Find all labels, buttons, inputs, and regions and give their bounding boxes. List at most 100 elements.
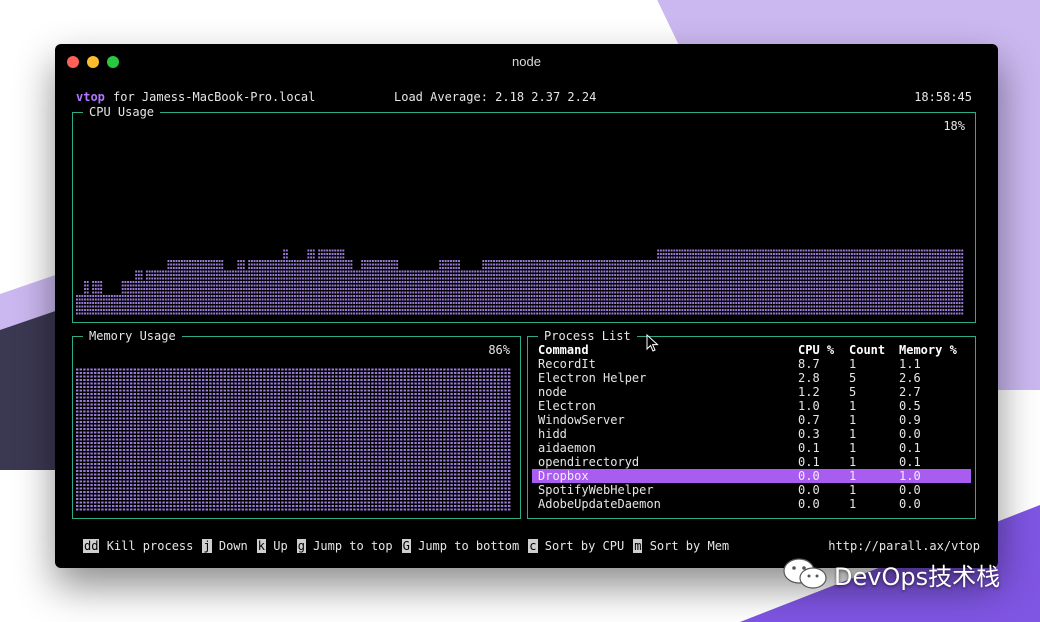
cpu-history-bar [396, 260, 399, 315]
hint-label: Sort by CPU [544, 539, 625, 553]
memory-usage-fill [76, 368, 511, 511]
memory-percent: 86% [488, 343, 510, 357]
cpu-history-bar [385, 260, 388, 315]
cpu-history-bar [358, 270, 361, 315]
cpu-history-bar [891, 249, 894, 315]
process-row[interactable]: hidd 0.3 1 0.0 [532, 427, 971, 441]
cpu-history-bar [759, 249, 762, 315]
process-cpu: 1.2 [798, 385, 820, 399]
cpu-history-bar [326, 249, 329, 315]
cpu-history-bar [748, 249, 751, 315]
cpu-history-bar [665, 249, 668, 315]
cpu-history-bar [721, 249, 724, 315]
cpu-history-bar [538, 260, 541, 315]
cpu-history-bar [929, 249, 931, 315]
process-row[interactable]: AdobeUpdateDaemon 0.0 1 0.0 [532, 497, 971, 511]
cpu-history-bar [899, 249, 902, 315]
cpu-history-bar [735, 249, 738, 315]
cpu-history-bar [167, 260, 170, 315]
cpu-history-bar [883, 249, 886, 315]
cpu-history-bar [818, 249, 821, 315]
cpu-history-bar [132, 281, 135, 315]
cpu-history-bar [331, 249, 334, 315]
cpu-history-bar [861, 249, 864, 315]
cpu-history-bar [902, 249, 904, 315]
cpu-history-bar [202, 260, 205, 315]
cpu-history-bar [622, 260, 625, 315]
cpu-history-bar [503, 260, 506, 315]
process-row[interactable]: Electron Helper 2.8 5 2.6 [532, 371, 971, 385]
column-memory[interactable]: Memory % [899, 343, 957, 357]
keyboard-hints: dd Kill process j Down k Up g Jump to top G … [83, 539, 738, 553]
cpu-history-bar [307, 249, 310, 315]
cpu-history-bar [121, 281, 124, 315]
hint-key: dd [83, 539, 100, 553]
cpu-history-bar [280, 260, 283, 315]
cpu-history-bar [746, 249, 748, 315]
cpu-history-bar [875, 249, 878, 315]
cpu-history-bar [205, 260, 208, 315]
cpu-history-bar [937, 249, 939, 315]
process-row[interactable]: RecordIt 8.7 1 1.1 [532, 357, 971, 371]
project-url[interactable]: http://parall.ax/vtop [828, 539, 980, 553]
process-row[interactable]: opendirectoryd 0.1 1 0.1 [532, 455, 971, 469]
cpu-history-bar [148, 270, 151, 315]
cpu-history-bar [789, 249, 791, 315]
column-command[interactable]: Command [538, 343, 589, 357]
cpu-history-bar [775, 249, 778, 315]
cpu-history-bar [616, 260, 619, 315]
clock: 18:58:45 [914, 90, 972, 104]
cpu-history-bar [485, 260, 487, 315]
cpu-history-bar [872, 249, 875, 315]
column-cpu[interactable]: CPU % [798, 343, 834, 357]
cpu-history-bar [797, 249, 800, 315]
cpu-history-bar [767, 249, 770, 315]
column-count[interactable]: Count [849, 343, 885, 357]
cpu-history-bar [711, 249, 713, 315]
process-row[interactable]: WindowServer 0.7 1 0.9 [532, 413, 971, 427]
cpu-history-bar [684, 249, 687, 315]
cpu-history-bar [78, 295, 81, 315]
cpu-history-bar [474, 270, 477, 315]
process-memory: 2.7 [899, 385, 921, 399]
cpu-history-bar [869, 249, 872, 315]
cpu-history-bar [433, 270, 436, 315]
cpu-history-bar [86, 281, 89, 315]
cpu-history-bar [250, 260, 253, 315]
cpu-history-bar [546, 260, 549, 315]
cpu-history-bar [737, 249, 740, 315]
process-row-selected[interactable]: Dropbox 0.0 1 1.0 [532, 469, 971, 483]
cpu-history-bar [81, 295, 84, 315]
mouse-pointer-icon [646, 334, 659, 352]
cpu-history-bar [662, 249, 665, 315]
cpu-history-bar [240, 260, 243, 315]
process-row[interactable]: aidaemon 0.1 1 0.1 [532, 441, 971, 455]
cpu-history-bar [269, 260, 272, 315]
cpu-history-bar [923, 249, 926, 315]
process-count: 1 [849, 469, 857, 483]
cpu-history-bar [293, 260, 296, 315]
cpu-history-bar [420, 270, 423, 315]
cpu-history-bar [931, 249, 934, 315]
process-row[interactable]: SpotifyWebHelper 0.0 1 0.0 [532, 483, 971, 497]
cpu-history-bar [708, 249, 711, 315]
cpu-history-bar [592, 260, 595, 315]
process-cpu: 0.1 [798, 441, 820, 455]
process-row[interactable]: node 1.2 5 2.7 [532, 385, 971, 399]
process-list-panel[interactable]: Process List Command CPU % Count Memory … [527, 329, 976, 519]
cpu-history-bar [441, 260, 444, 315]
process-row[interactable]: Electron 1.0 1 0.5 [532, 399, 971, 413]
cpu-history-bar [377, 260, 380, 315]
cpu-history-bar [143, 281, 146, 315]
cpu-history-bar [221, 260, 224, 315]
cpu-history-bar [729, 249, 732, 315]
cpu-history-bar [573, 260, 576, 315]
cpu-history-bar [686, 249, 689, 315]
hint-label: Up [273, 539, 288, 553]
cpu-history-bar [743, 249, 746, 315]
cpu-history-bar [369, 260, 372, 315]
cpu-history-bar [888, 249, 891, 315]
cpu-history-bar [145, 270, 148, 315]
cpu-history-bar [135, 270, 138, 315]
cpu-history-bar [234, 270, 237, 315]
